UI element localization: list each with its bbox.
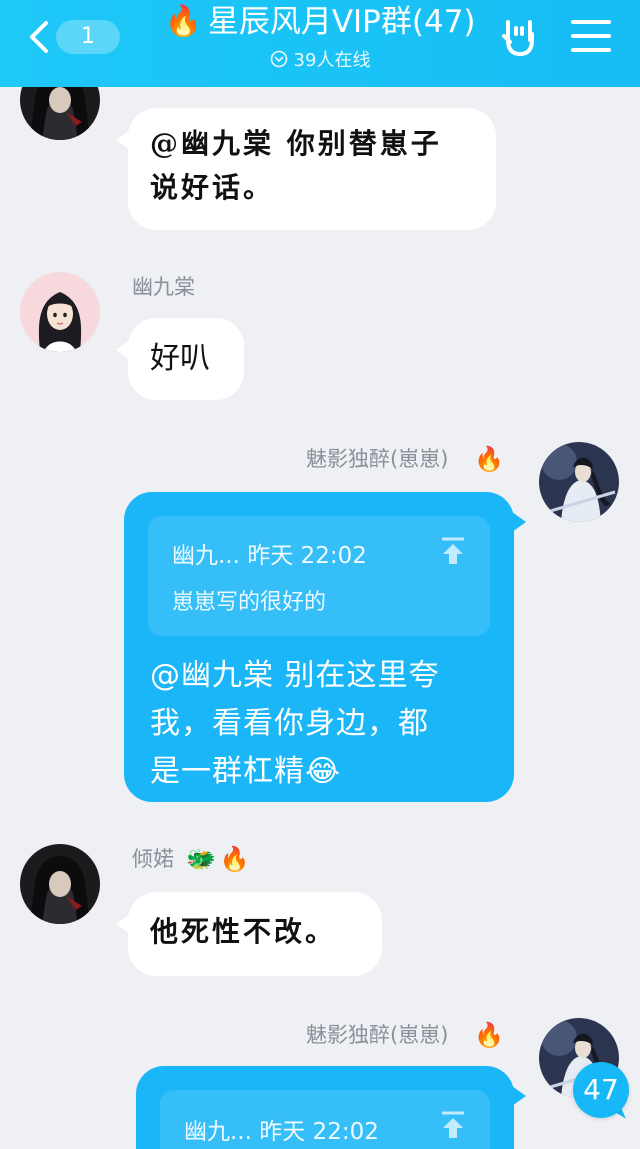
sender-badges: 🔥 xyxy=(474,1018,504,1052)
dark-portrait-avatar-icon xyxy=(20,844,100,924)
reply-quote[interactable]: 幽九... 昨天 22:02 崽崽写的很好的 xyxy=(148,516,490,636)
sender-name: 魅影独醉(崽崽) xyxy=(306,1023,449,1047)
chat-screen: 1 🔥 星辰风月VIP群(47) 39人在线 @幽九棠 你别替崽子 说好话。 幽… xyxy=(0,0,640,1149)
menu-icon xyxy=(571,20,611,52)
sender-name: 魅影独醉(崽崽) xyxy=(306,447,449,471)
sender-name: 幽九棠 xyxy=(132,275,195,299)
sender-badges: 🔥 xyxy=(474,442,504,476)
message-bubble-4[interactable]: 他死性不改。 xyxy=(128,892,382,976)
online-status-icon xyxy=(270,50,287,68)
message-text-line: 好叭 xyxy=(150,341,210,376)
fire-badge-icon: 🔥 xyxy=(474,1021,504,1049)
unread-messages-button[interactable]: 47 xyxy=(573,1062,629,1118)
message-text-line: 说好话。 xyxy=(150,171,275,204)
reply-quote[interactable]: 幽九... 昨天 22:02 xyxy=(160,1090,490,1149)
more-menu-button[interactable] xyxy=(568,14,614,58)
message-text-line: 是一群杠精😂 xyxy=(150,754,342,789)
sender-badges: 🐲 🔥 xyxy=(186,842,250,876)
sender-name: 倾婼 xyxy=(132,847,174,871)
online-count-text: 39人在线 xyxy=(293,50,371,71)
dragon-badge-icon: 🐲 xyxy=(186,845,216,873)
avatar-meiying[interactable] xyxy=(539,442,619,522)
message-body: @幽九棠 别在这里夸 我，看看你身边，都 是一群杠精😂 xyxy=(150,652,440,796)
avatar-youjiutang[interactable] xyxy=(20,272,100,352)
group-fun-button[interactable] xyxy=(494,12,544,62)
message-text-line: 他死性不改。 xyxy=(150,915,337,948)
jump-to-message-icon[interactable] xyxy=(440,1110,466,1140)
bubble-tail xyxy=(512,1086,526,1106)
unread-count-pill: 1 xyxy=(56,20,120,54)
cartoon-girl-avatar-icon xyxy=(20,272,100,352)
group-title: 星辰风月VIP群(47) xyxy=(207,4,476,40)
group-title-row[interactable]: 🔥 星辰风月VIP群(47) xyxy=(130,0,510,44)
fire-icon: 🔥 xyxy=(164,4,202,39)
message-text-line: 我，看看你身边，都 xyxy=(150,706,429,741)
bubble-tail xyxy=(512,512,526,532)
jump-to-message-icon[interactable] xyxy=(440,536,466,566)
message-bubble-5[interactable]: 幽九... 昨天 22:02 xyxy=(136,1066,514,1149)
quote-text: 崽崽写的很好的 xyxy=(172,590,327,615)
message-bubble-2[interactable]: 好叭 xyxy=(128,318,244,400)
quote-meta: 幽九... 昨天 22:02 xyxy=(184,1119,379,1145)
fire-badge-icon: 🔥 xyxy=(474,445,504,473)
rock-hand-icon xyxy=(502,20,534,56)
avatar-qingruo[interactable] xyxy=(20,844,100,924)
chat-header: 1 🔥 星辰风月VIP群(47) 39人在线 xyxy=(0,0,640,87)
back-button[interactable]: 1 xyxy=(16,14,120,60)
message-text-line: @幽九棠 别在这里夸 xyxy=(150,658,440,693)
message-bubble-3[interactable]: 幽九... 昨天 22:02 崽崽写的很好的 @幽九棠 别在这里夸 我，看看你身… xyxy=(124,492,514,802)
message-text-line: @幽九棠 你别替崽子 xyxy=(150,127,442,160)
online-status[interactable]: 39人在线 xyxy=(200,44,440,74)
message-bubble-1[interactable]: @幽九棠 你别替崽子 说好话。 xyxy=(128,108,496,230)
chevron-left-icon xyxy=(30,21,48,53)
fire-badge-icon: 🔥 xyxy=(219,845,250,873)
swordsman-avatar-icon xyxy=(539,442,619,522)
quote-meta: 幽九... 昨天 22:02 xyxy=(172,543,367,569)
